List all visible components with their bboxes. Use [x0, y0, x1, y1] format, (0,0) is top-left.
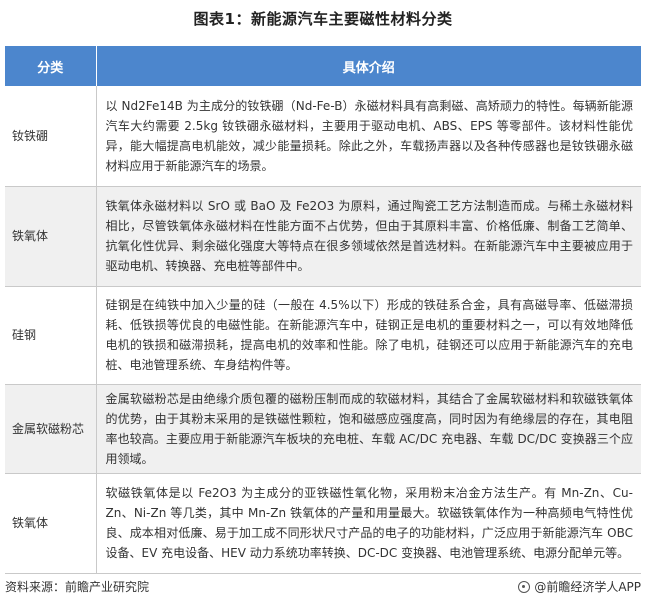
header-category: 分类	[5, 46, 97, 86]
table-row: 硅钢 硅钢是在纯铁中加入少量的硅（一般在 4.5%以下）形成的铁硅系合金，具有高…	[5, 286, 641, 385]
description-cell: 金属软磁粉芯是由绝缘介质包覆的磁粉压制而成的软磁材料，其结合了金属软磁材料和软磁…	[96, 384, 641, 474]
table-row: 铁氧体 软磁铁氧体是以 Fe2O3 为主成分的亚铁磁性氧化物，采用粉末冶金方法生…	[5, 473, 641, 574]
brand-credit: @前瞻经济学人APP	[518, 578, 641, 595]
description-cell: 硅钢是在纯铁中加入少量的硅（一般在 4.5%以下）形成的铁硅系合金，具有高磁导率…	[96, 286, 641, 385]
description-cell: 软磁铁氧体是以 Fe2O3 为主成分的亚铁磁性氧化物，采用粉末冶金方法生产。有 …	[96, 473, 641, 574]
category-cell: 硅钢	[5, 286, 97, 385]
category-cell: 铁氧体	[5, 473, 97, 574]
table-row: 金属软磁粉芯 金属软磁粉芯是由绝缘介质包覆的磁粉压制而成的软磁材料，其结合了金属…	[5, 384, 641, 474]
materials-table: 分类 具体介绍 钕铁硼 以 Nd2Fe14B 为主成分的钕铁硼（Nd-Fe-B）…	[5, 46, 641, 574]
table-row: 铁氧体 铁氧体永磁材料以 SrO 或 BaO 及 Fe2O3 为原料，通过陶瓷工…	[5, 186, 641, 287]
category-cell: 金属软磁粉芯	[5, 384, 97, 474]
table-header-row: 分类 具体介绍	[5, 46, 641, 86]
chart-title: 图表1：新能源汽车主要磁性材料分类	[193, 10, 453, 28]
brand-label: @前瞻经济学人APP	[534, 580, 641, 594]
category-cell: 钕铁硼	[5, 86, 97, 187]
description-cell: 铁氧体永磁材料以 SrO 或 BaO 及 Fe2O3 为原料，通过陶瓷工艺方法制…	[96, 186, 641, 287]
footer: 资料来源：前瞻产业研究院 @前瞻经济学人APP	[5, 578, 641, 598]
source-note: 资料来源：前瞻产业研究院	[5, 580, 150, 594]
category-cell: 铁氧体	[5, 186, 97, 287]
description-cell: 以 Nd2Fe14B 为主成分的钕铁硼（Nd-Fe-B）永磁材料具有高剩磁、高矫…	[96, 86, 641, 187]
eye-logo-icon	[518, 580, 531, 593]
table-row: 钕铁硼 以 Nd2Fe14B 为主成分的钕铁硼（Nd-Fe-B）永磁材料具有高剩…	[5, 86, 641, 187]
header-description: 具体介绍	[96, 46, 641, 86]
